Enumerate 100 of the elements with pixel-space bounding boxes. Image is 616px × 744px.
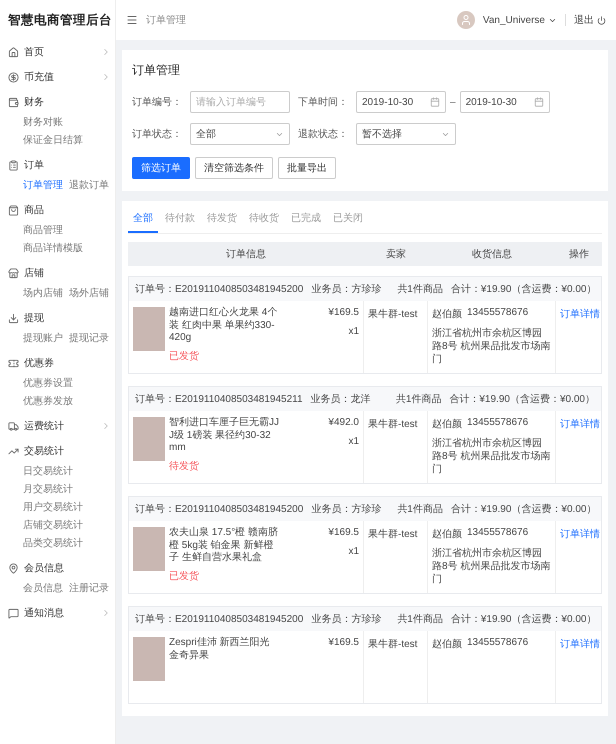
salesperson: 业务员：方珍珍 bbox=[311, 502, 382, 516]
submenu-item[interactable]: 财务对账 bbox=[23, 115, 63, 129]
quantity: x1 bbox=[348, 436, 359, 447]
field-label: 订单状态： bbox=[132, 128, 182, 141]
product-price: ¥169.5 bbox=[328, 637, 359, 648]
item-count: 共1件商品 bbox=[397, 282, 443, 296]
menu-item[interactable]: 首页 bbox=[24, 45, 96, 59]
quantity: x1 bbox=[348, 326, 359, 337]
field-label: 退款状态： bbox=[298, 128, 348, 141]
user-menu[interactable]: Van_Universe bbox=[482, 14, 557, 26]
start-date-field[interactable]: 2019-10-30 bbox=[356, 91, 446, 113]
submenu-item[interactable]: 提现账户 bbox=[23, 331, 63, 345]
filter-button[interactable]: 批量导出 bbox=[278, 157, 336, 179]
order-total: 合计：¥19.90（含运费：¥0.00） bbox=[449, 392, 595, 406]
item-count: 共1件商品 bbox=[397, 612, 443, 626]
order-tab[interactable]: 待收货 bbox=[244, 205, 284, 233]
field-label: 下单时间： bbox=[298, 96, 348, 109]
receiver-name: 赵伯颜 bbox=[432, 638, 462, 651]
filter-button[interactable]: 清空筛选条件 bbox=[195, 157, 273, 179]
receiver-phone: 13455578676 bbox=[467, 417, 528, 430]
field-label: 订单编号： bbox=[132, 96, 182, 109]
menu-item[interactable]: 订单 bbox=[24, 158, 111, 172]
column-header: 订单信息 bbox=[225, 248, 267, 261]
submenu-item[interactable]: 月交易统计 bbox=[23, 482, 73, 496]
power-icon bbox=[597, 16, 606, 24]
calendar-icon bbox=[430, 97, 440, 107]
photo-placeholder bbox=[133, 307, 165, 351]
submenu-item[interactable]: 用户交易统计 bbox=[23, 500, 83, 514]
order-number: 订单号：E2019110408503481945200 bbox=[135, 502, 304, 516]
submenu-item[interactable]: 优惠券设置 bbox=[23, 376, 73, 390]
submenu-item[interactable]: 会员信息 bbox=[23, 581, 63, 595]
order-number: 订单号：E2019110408503481945200 bbox=[135, 612, 304, 626]
order-tab[interactable]: 已关闭 bbox=[328, 205, 368, 233]
order-number-field[interactable]: 请输入订单编号 bbox=[190, 91, 290, 113]
menu-item[interactable]: 通知消息 bbox=[24, 606, 96, 620]
shipping-status: 已发货 bbox=[169, 350, 200, 362]
submenu-item[interactable]: 退款订单 bbox=[69, 178, 109, 192]
column-header: 卖家 bbox=[385, 248, 407, 261]
photo-placeholder bbox=[133, 637, 165, 681]
receiver-name: 赵伯颜 bbox=[432, 418, 462, 431]
menu-item[interactable]: 币充值 bbox=[24, 70, 96, 84]
menu-item[interactable]: 店铺 bbox=[24, 266, 111, 280]
order-total: 合计：¥19.90（含运费：¥0.00） bbox=[450, 282, 596, 296]
order-tab[interactable]: 待发货 bbox=[202, 205, 242, 233]
salesperson: 业务员：方珍珍 bbox=[311, 282, 382, 296]
menu-item[interactable]: 商品 bbox=[24, 203, 111, 217]
product-price: ¥169.5 bbox=[328, 307, 359, 318]
status-select[interactable]: 暂不选择 bbox=[356, 123, 456, 145]
order-tab[interactable]: 已完成 bbox=[286, 205, 326, 233]
receiver-address: 浙江省杭州市余杭区博园路8号 杭州果品批发市场南门 bbox=[432, 327, 551, 366]
submenu-item[interactable]: 商品管理 bbox=[23, 223, 63, 237]
receiver-phone: 13455578676 bbox=[467, 527, 528, 540]
product-price: ¥169.5 bbox=[328, 527, 359, 538]
submenu-item[interactable]: 保证金日结算 bbox=[23, 133, 83, 147]
calendar-icon bbox=[534, 97, 544, 107]
filter-button[interactable]: 筛选订单 bbox=[132, 157, 190, 179]
column-header: 收货信息 bbox=[471, 248, 513, 261]
receiver-phone: 13455578676 bbox=[467, 307, 528, 320]
menu-item[interactable]: 交易统计 bbox=[24, 444, 111, 458]
status-select[interactable]: 全部 bbox=[190, 123, 290, 145]
submenu-item[interactable]: 注册记录 bbox=[69, 581, 109, 595]
order-number: 订单号：E2019110408503481945211 bbox=[135, 392, 303, 406]
order-number: 订单号：E2019110408503481945200 bbox=[135, 282, 304, 296]
menu-item[interactable]: 运费统计 bbox=[24, 419, 96, 433]
submenu-item[interactable]: 品类交易统计 bbox=[23, 536, 83, 550]
submenu-item[interactable]: 优惠券发放 bbox=[23, 394, 73, 408]
seller-name: 果牛群-test bbox=[368, 638, 418, 651]
product-name: 越南进口红心火龙果 4个装 红肉中果 单果约330-420g bbox=[169, 307, 278, 344]
submenu-item[interactable]: 场外店铺 bbox=[69, 286, 109, 300]
menu-item[interactable]: 提现 bbox=[24, 311, 111, 325]
photo-placeholder bbox=[133, 527, 165, 571]
order-tab[interactable]: 全部 bbox=[128, 205, 158, 233]
logout-button[interactable]: 退出 bbox=[574, 13, 606, 27]
submenu-item[interactable]: 日交易统计 bbox=[23, 464, 73, 478]
order-tab[interactable]: 待付款 bbox=[160, 205, 200, 233]
shipping-status: 已发货 bbox=[169, 570, 200, 582]
seller-name: 果牛群-test bbox=[368, 308, 418, 321]
menu-item[interactable]: 会员信息 bbox=[24, 561, 111, 575]
end-date-field[interactable]: 2019-10-30 bbox=[460, 91, 550, 113]
receiver-name: 赵伯颜 bbox=[432, 308, 462, 321]
breadcrumb: 订单管理 bbox=[146, 14, 187, 27]
submenu-item[interactable]: 场内店铺 bbox=[23, 286, 63, 300]
item-count: 共1件商品 bbox=[397, 502, 443, 516]
salesperson: 业务员：方珍珍 bbox=[311, 612, 382, 626]
app-title: 智慧电商管理后台 bbox=[7, 12, 112, 29]
submenu-item[interactable]: 提现记录 bbox=[69, 331, 109, 345]
salesperson: 业务员：龙洋 bbox=[310, 392, 371, 406]
submenu-item[interactable]: 商品详情模版 bbox=[23, 241, 83, 255]
column-header: 操作 bbox=[568, 248, 590, 261]
product-price: ¥492.0 bbox=[328, 417, 359, 428]
quantity: x1 bbox=[348, 546, 359, 557]
menu-item[interactable]: 财务 bbox=[24, 95, 111, 109]
panel-title: 订单管理 bbox=[132, 62, 181, 79]
submenu-item[interactable]: 店铺交易统计 bbox=[23, 518, 83, 532]
submenu-item[interactable]: 订单管理 bbox=[23, 178, 63, 192]
order-total: 合计：¥19.90（含运费：¥0.00） bbox=[450, 502, 596, 516]
item-count: 共1件商品 bbox=[396, 392, 442, 406]
receiver-address: 浙江省杭州市余杭区博园路8号 杭州果品批发市场南门 bbox=[432, 437, 551, 476]
menu-item[interactable]: 优惠券 bbox=[24, 356, 111, 370]
receiver-name: 赵伯颜 bbox=[432, 528, 462, 541]
